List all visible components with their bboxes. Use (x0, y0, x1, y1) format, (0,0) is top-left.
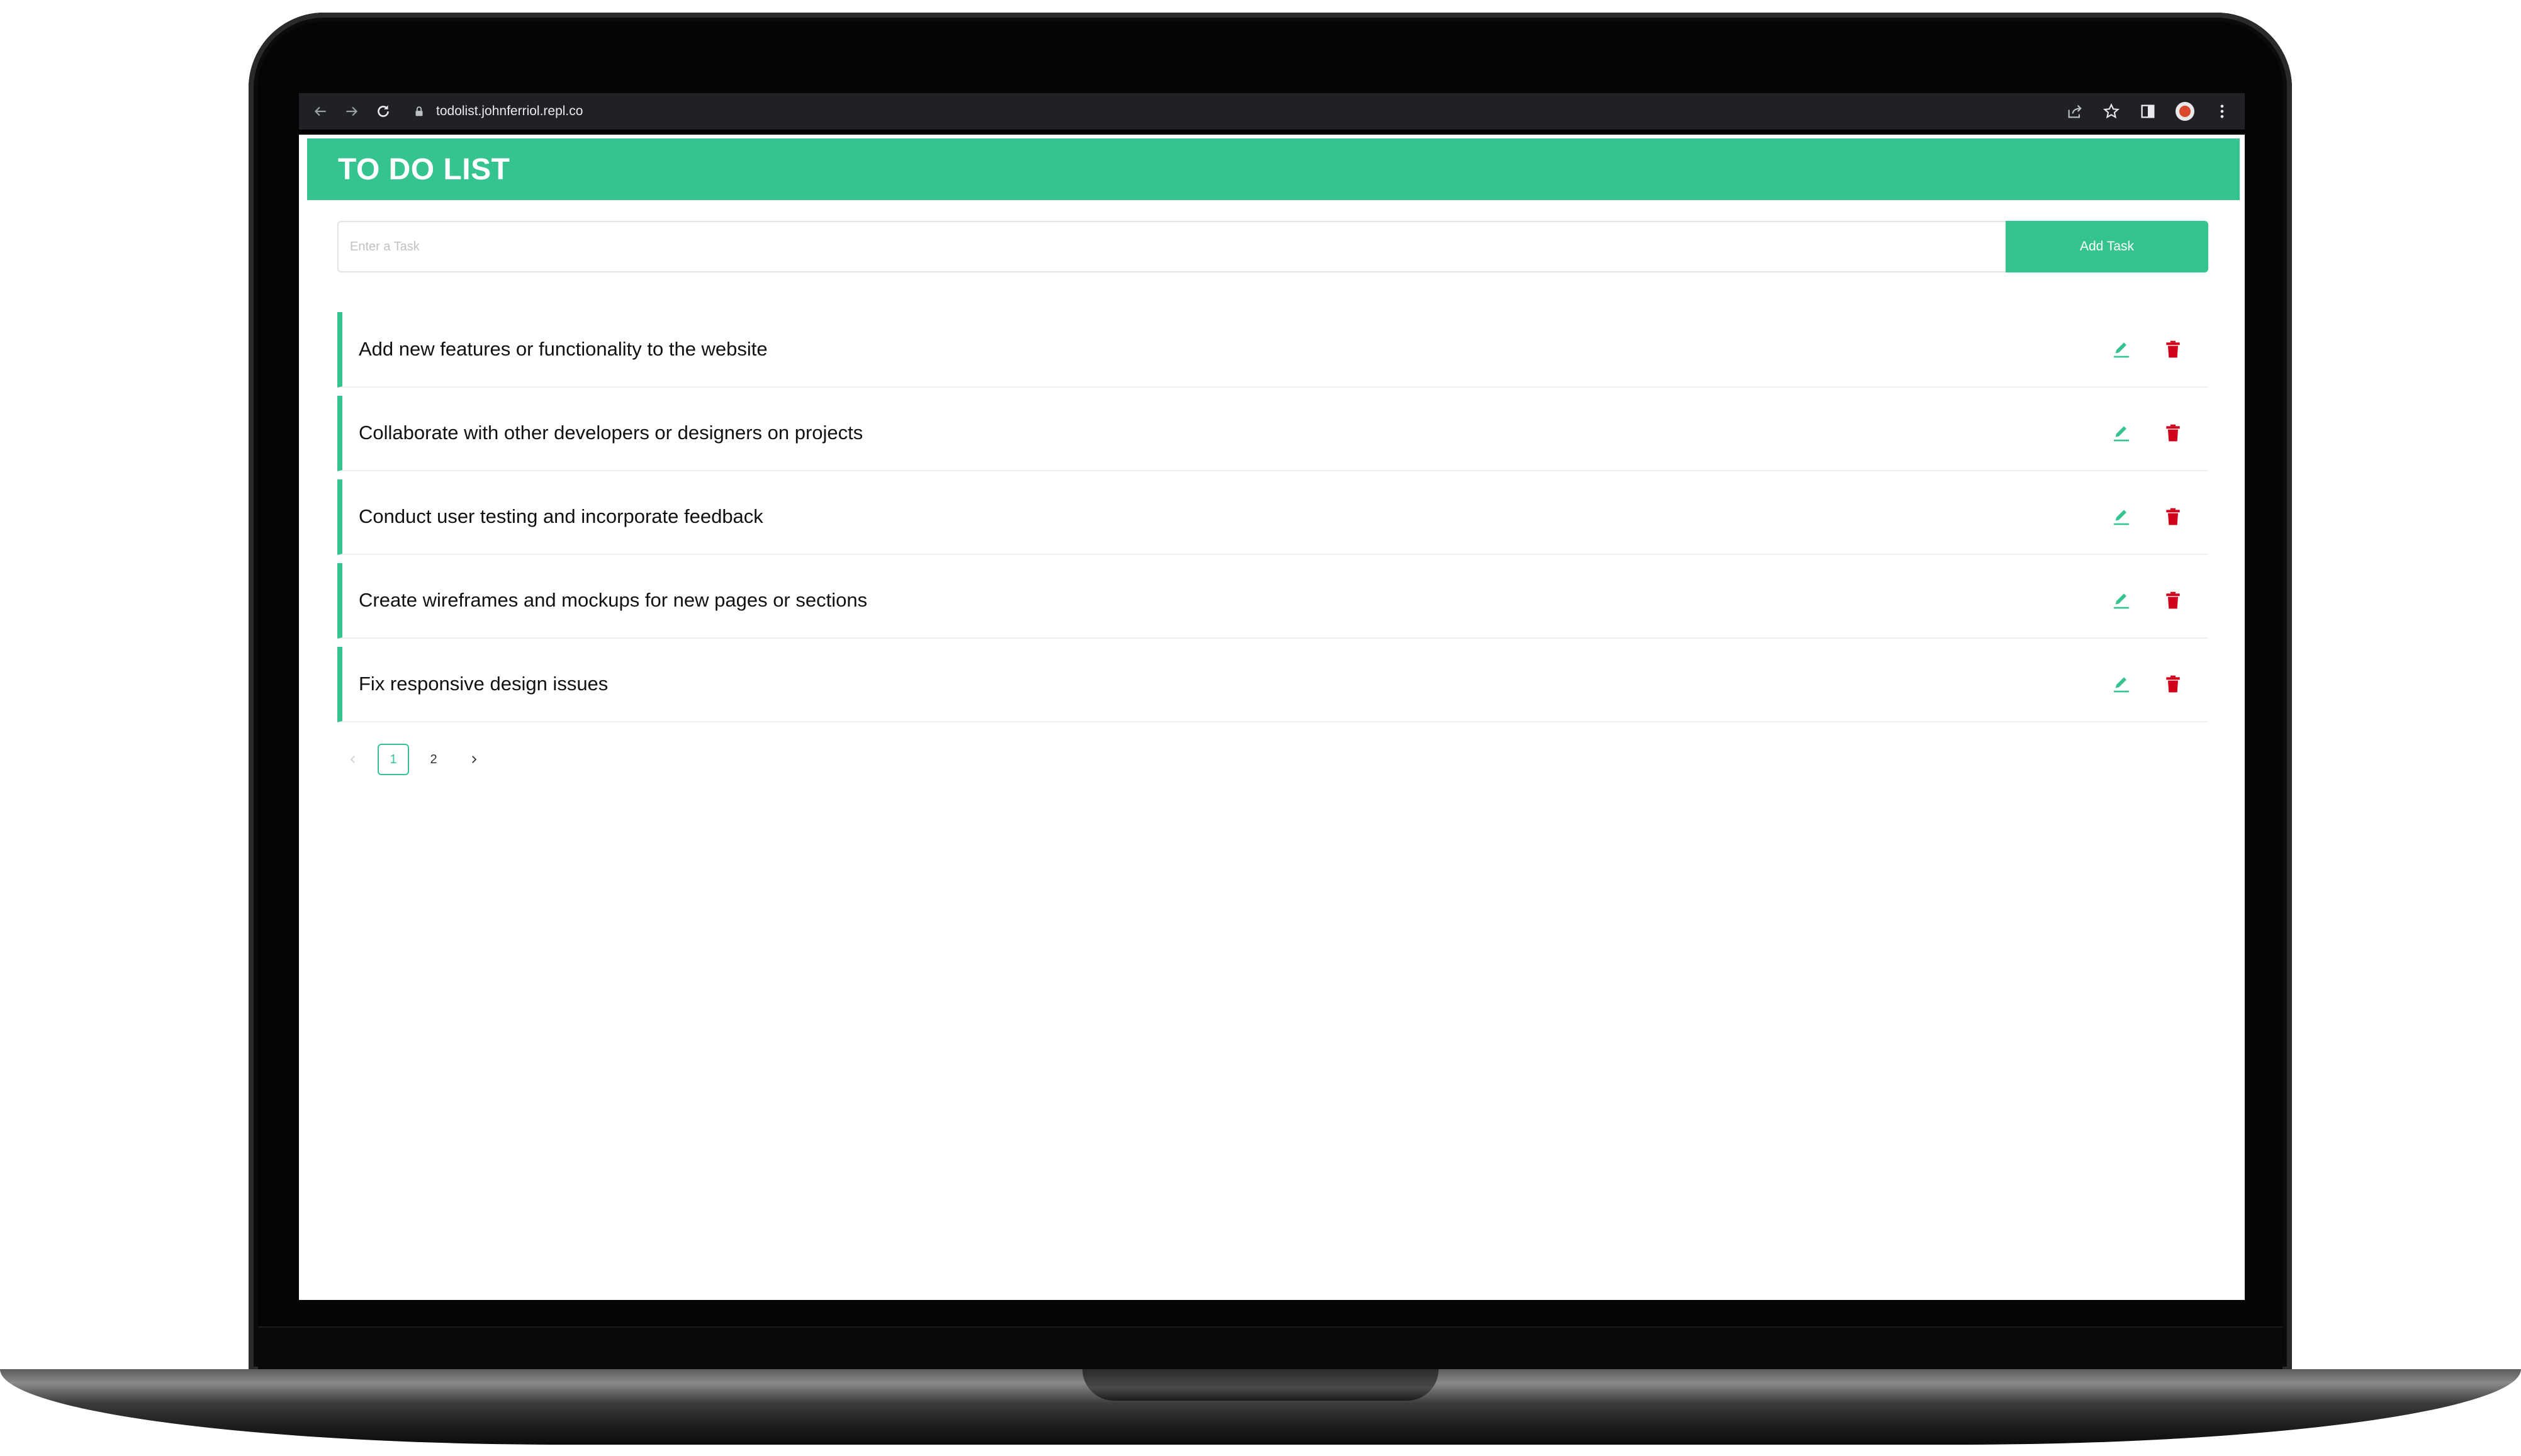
task-text: Create wireframes and mockups for new pa… (359, 589, 868, 611)
task-text: Collaborate with other developers or des… (359, 422, 863, 444)
side-panel-icon[interactable] (2139, 103, 2157, 120)
page-title: TO DO LIST (338, 152, 510, 186)
reload-icon (378, 105, 389, 117)
app-header: TO DO LIST (307, 138, 2240, 200)
page-button-2[interactable]: 2 (418, 744, 449, 775)
menu-icon[interactable] (2213, 103, 2231, 120)
add-task-button[interactable]: Add Task (2006, 221, 2208, 272)
task-item: Collaborate with other developers or des… (337, 396, 2208, 471)
trash-icon[interactable] (2163, 590, 2183, 610)
share-icon[interactable] (2066, 103, 2084, 120)
back-icon (314, 106, 326, 116)
page-button-1[interactable]: 1 (378, 744, 409, 775)
task-text: Add new features or functionality to the… (359, 338, 768, 360)
profile-avatar[interactable] (2176, 102, 2194, 121)
trash-icon[interactable] (2163, 339, 2183, 359)
star-icon[interactable] (2103, 103, 2120, 120)
task-form: Add Task (337, 221, 2208, 272)
back-button[interactable] (310, 101, 330, 121)
next-page-button[interactable] (458, 744, 490, 775)
pagination: 1 2 (337, 744, 490, 775)
browser-toolbar: todolist.johnferriol.repl.co (299, 93, 2245, 135)
lock-icon (415, 106, 423, 116)
edit-icon[interactable] (2111, 507, 2131, 527)
browser-window: todolist.johnferriol.repl.co TO DO LIST … (299, 93, 2245, 1300)
trash-icon[interactable] (2163, 507, 2183, 527)
laptop-bezel-bottom (258, 1326, 2282, 1372)
forward-button[interactable] (342, 101, 362, 121)
task-list: Add new features or functionality to the… (337, 312, 2208, 731)
laptop-notch (1082, 1369, 1439, 1401)
prev-page-button[interactable] (337, 744, 369, 775)
task-item: Conduct user testing and incorporate fee… (337, 479, 2208, 555)
chevron-left-icon (350, 756, 355, 763)
trash-icon[interactable] (2163, 423, 2183, 443)
task-item: Add new features or functionality to the… (337, 312, 2208, 388)
forward-icon (346, 106, 358, 116)
edit-icon[interactable] (2111, 423, 2131, 443)
chevron-right-icon (472, 756, 477, 763)
task-item: Fix responsive design issues (337, 647, 2208, 722)
trash-icon[interactable] (2163, 674, 2183, 694)
edit-icon[interactable] (2111, 339, 2131, 359)
task-text: Conduct user testing and incorporate fee… (359, 505, 763, 527)
reload-button[interactable] (373, 101, 393, 121)
address-bar[interactable]: todolist.johnferriol.repl.co (412, 104, 583, 119)
task-text: Fix responsive design issues (359, 673, 609, 695)
task-input[interactable] (337, 221, 2006, 272)
edit-icon[interactable] (2111, 674, 2131, 694)
url-text: todolist.johnferriol.repl.co (436, 104, 583, 118)
edit-icon[interactable] (2111, 590, 2131, 610)
task-item: Create wireframes and mockups for new pa… (337, 563, 2208, 639)
